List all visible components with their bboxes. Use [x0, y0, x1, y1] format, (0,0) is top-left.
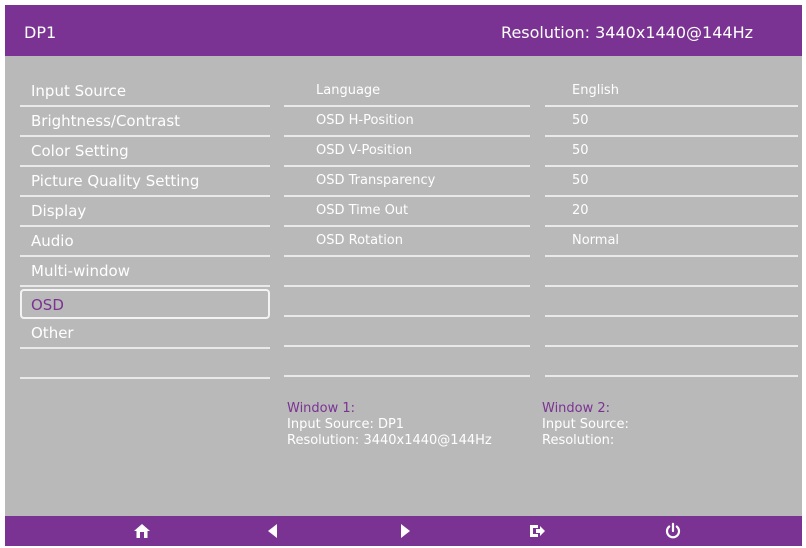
window-2-input-source: Input Source: — [542, 417, 629, 432]
window-2-info: Window 2: Input Source: Resolution: — [542, 401, 629, 449]
enter-icon[interactable] — [528, 522, 546, 540]
submenu-item-empty — [284, 317, 530, 347]
osd-footer — [5, 516, 802, 546]
submenu-item-label: Language — [316, 83, 381, 98]
menu-item-label: OSD — [31, 296, 64, 314]
value-osd-time-out[interactable]: 20 — [545, 197, 798, 227]
value-text: 20 — [572, 203, 589, 218]
submenu-item-osd-h-position[interactable]: OSD H-Position — [284, 107, 530, 137]
value-osd-v-position[interactable]: 50 — [545, 137, 798, 167]
window-1-title: Window 1: — [287, 401, 356, 416]
window-1-resolution: Resolution: 3440x1440@144Hz — [287, 433, 492, 448]
menu-item-label: Input Source — [31, 82, 127, 100]
menu-item-color-setting[interactable]: Color Setting — [20, 137, 270, 167]
left-arrow-icon[interactable] — [264, 522, 282, 540]
menu-item-other[interactable]: Other — [20, 319, 270, 349]
menu-item-picture-quality-setting[interactable]: Picture Quality Setting — [20, 167, 270, 197]
value-osd-rotation[interactable]: Normal — [545, 227, 798, 257]
osd-window: DP1 Resolution: 3440x1440@144Hz Input So… — [5, 5, 802, 546]
menu-item-multi-window[interactable]: Multi-window — [20, 257, 270, 287]
osd-submenu: Language OSD H-Position OSD V-Position O… — [284, 77, 530, 377]
osd-header: DP1 Resolution: 3440x1440@144Hz — [5, 5, 802, 56]
menu-item-audio[interactable]: Audio — [20, 227, 270, 257]
menu-item-empty — [20, 349, 270, 379]
menu-item-label: Brightness/Contrast — [31, 112, 181, 130]
submenu-item-empty — [284, 347, 530, 377]
submenu-item-osd-v-position[interactable]: OSD V-Position — [284, 137, 530, 167]
input-source-title: DP1 — [24, 23, 57, 42]
resolution-readout: Resolution: 3440x1440@144Hz — [501, 23, 753, 42]
main-menu: Input Source Brightness/Contrast Color S… — [20, 77, 270, 379]
menu-item-label: Color Setting — [31, 142, 129, 160]
menu-item-input-source[interactable]: Input Source — [20, 77, 270, 107]
submenu-item-label: OSD Transparency — [316, 173, 436, 188]
submenu-item-label: OSD Rotation — [316, 233, 403, 248]
osd-values: English 50 50 50 20 Normal — [545, 77, 798, 377]
value-text: 50 — [572, 113, 589, 128]
value-empty — [545, 317, 798, 347]
home-icon[interactable] — [133, 522, 151, 540]
submenu-item-label: OSD H-Position — [316, 113, 414, 128]
value-text: Normal — [572, 233, 620, 248]
value-language[interactable]: English — [545, 77, 798, 107]
value-osd-h-position[interactable]: 50 — [545, 107, 798, 137]
menu-item-brightness-contrast[interactable]: Brightness/Contrast — [20, 107, 270, 137]
value-osd-transparency[interactable]: 50 — [545, 167, 798, 197]
submenu-item-language[interactable]: Language — [284, 77, 530, 107]
submenu-item-label: OSD V-Position — [316, 143, 413, 158]
window-2-title: Window 2: — [542, 401, 611, 416]
submenu-item-label: OSD Time Out — [316, 203, 409, 218]
submenu-item-empty — [284, 257, 530, 287]
menu-item-label: Other — [31, 324, 74, 342]
value-text: 50 — [572, 173, 589, 188]
value-empty — [545, 287, 798, 317]
menu-item-label: Audio — [31, 232, 74, 250]
value-empty — [545, 257, 798, 287]
submenu-item-empty — [284, 287, 530, 317]
power-icon[interactable] — [664, 522, 682, 540]
menu-item-label: Display — [31, 202, 87, 220]
window-1-info: Window 1: Input Source: DP1 Resolution: … — [287, 401, 492, 449]
menu-item-display[interactable]: Display — [20, 197, 270, 227]
value-text: 50 — [572, 143, 589, 158]
submenu-item-osd-time-out[interactable]: OSD Time Out — [284, 197, 530, 227]
window-2-resolution: Resolution: — [542, 433, 615, 448]
menu-item-osd[interactable]: OSD — [20, 289, 270, 319]
menu-item-label: Multi-window — [31, 262, 130, 280]
window-1-input-source: Input Source: DP1 — [287, 417, 405, 432]
menu-item-label: Picture Quality Setting — [31, 172, 200, 190]
submenu-item-osd-rotation[interactable]: OSD Rotation — [284, 227, 530, 257]
value-text: English — [572, 83, 619, 98]
right-arrow-icon[interactable] — [396, 522, 414, 540]
value-empty — [545, 347, 798, 377]
submenu-item-osd-transparency[interactable]: OSD Transparency — [284, 167, 530, 197]
osd-panel: Input Source Brightness/Contrast Color S… — [5, 56, 802, 514]
